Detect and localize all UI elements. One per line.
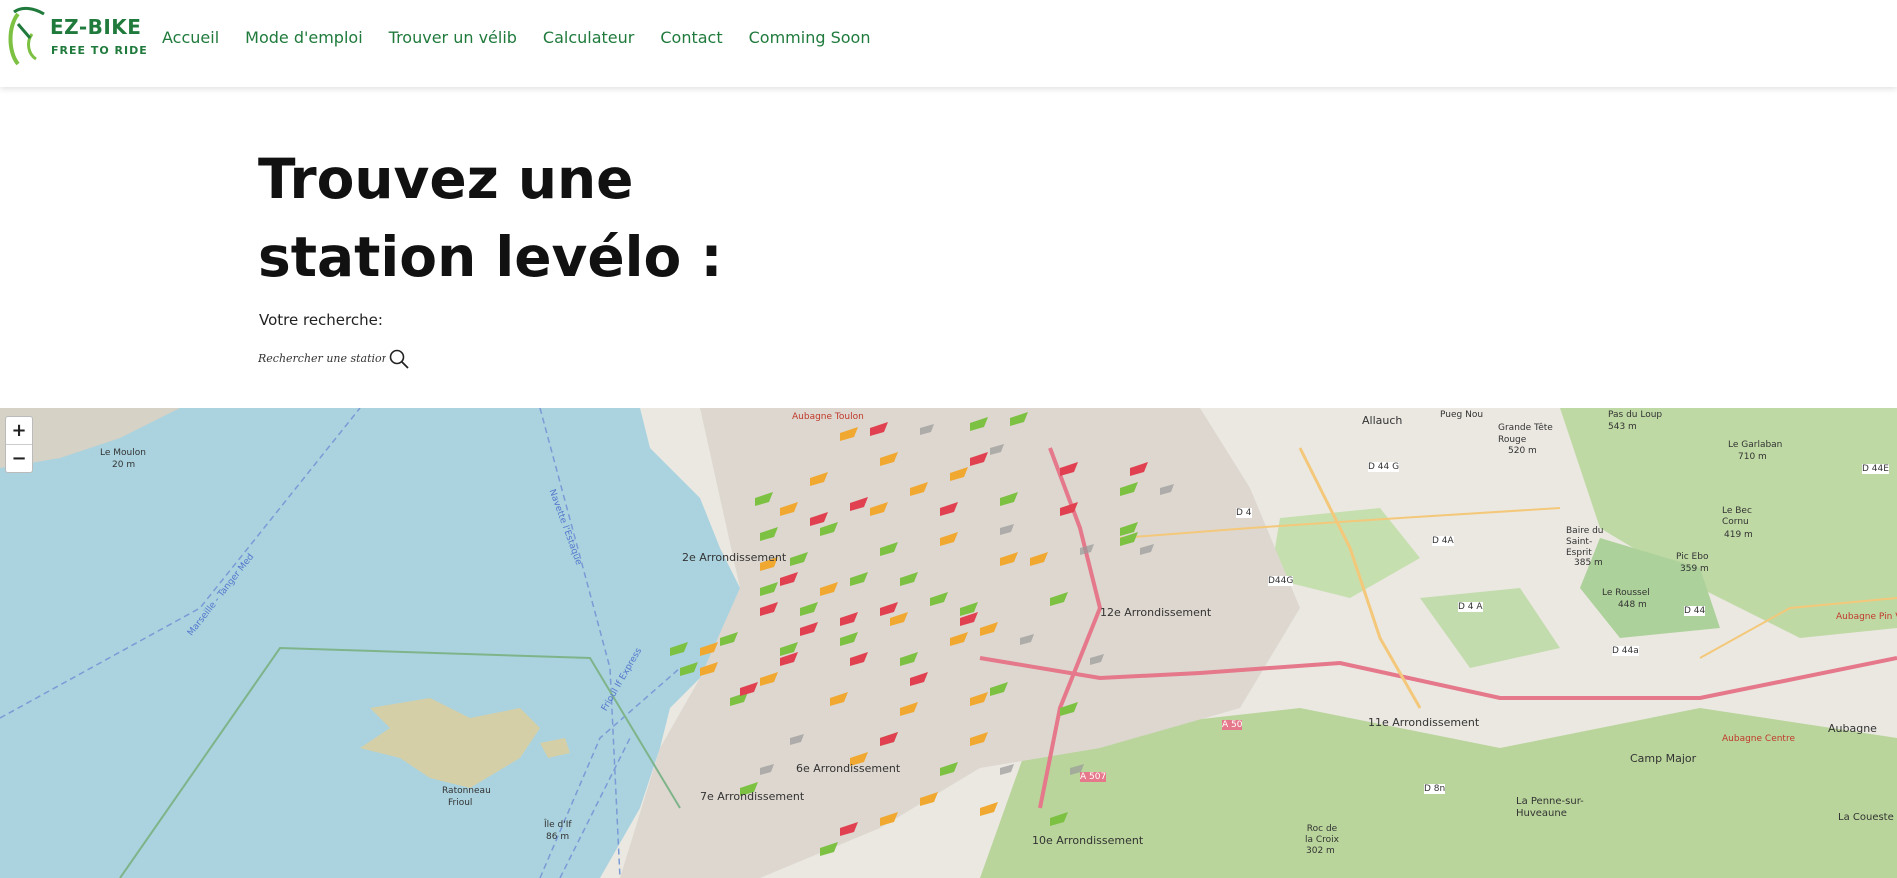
map-label: 302 m [1306,846,1335,856]
map-label: 86 m [546,832,570,842]
map-label: Baire du Saint-Esprit [1566,526,1604,558]
brand-name: EZ-BIKE [50,15,142,39]
map-label: 2e Arrondissement [682,551,787,564]
map-label: 20 m [112,460,136,470]
map-label: Aubagne Pin Vert [1836,612,1897,622]
search-label: Votre recherche: [259,311,383,329]
map-label: 10e Arrondissement [1032,834,1144,847]
nav-mode-emploi[interactable]: Mode d'emploi [245,28,363,47]
zoom-in-button[interactable]: + [6,417,32,444]
map-label: 385 m [1574,558,1603,568]
map-label: Pas du Loup [1608,410,1663,420]
map-label: 6e Arrondissement [796,762,901,775]
map-label: D 4 [1236,508,1252,518]
map-label: D 4A [1432,536,1454,546]
site-header: EZ-BIKE FREE TO RIDE Accueil Mode d'empl… [0,0,1897,87]
main-nav: Accueil Mode d'emploi Trouver un vélib C… [162,28,896,47]
map-label: 448 m [1618,600,1647,610]
search-input[interactable] [258,346,386,370]
map-label: D 4 A [1458,602,1483,612]
map-label: Allauch [1362,414,1403,427]
map-label: Roc de la Croix [1305,824,1339,845]
map-label: Pic Ebo [1676,552,1709,562]
map-label: A 507 [1080,772,1107,782]
page-title: Trouvez une station levélo : [258,140,818,296]
map-label: D44G [1268,576,1294,586]
map-label: D 44 G [1368,462,1400,472]
search-box [258,346,418,372]
map-label: A 50 [1222,720,1243,730]
map-label: 419 m [1724,530,1753,540]
map-label: Aubagne [1828,722,1877,735]
map-label: Le Roussel [1602,588,1650,598]
map-label: 359 m [1680,564,1709,574]
map-label: Aubagne Toulon [792,412,864,422]
brand-tagline: FREE TO RIDE [51,44,148,57]
map-label: 7e Arrondissement [700,790,805,803]
station-map[interactable]: Aubagne Toulon Allauch Pueg Nou Grande T… [0,408,1897,878]
map-label: La Penne-sur-Huveaune [1516,796,1584,819]
page-title-line1: Trouvez une [258,147,634,211]
nav-comming-soon[interactable]: Comming Soon [749,28,871,47]
map-label: D 8n [1424,784,1446,794]
nav-contact[interactable]: Contact [660,28,722,47]
map-label: Frioul [448,798,473,808]
zoom-out-button[interactable]: − [6,444,32,472]
map-label: 520 m [1508,446,1537,456]
map-label: 543 m [1608,422,1637,432]
map-tiles [0,408,1897,878]
map-label: 11e Arrondissement [1368,716,1480,729]
map-label: Camp Major [1630,752,1697,765]
map-label: 710 m [1738,452,1767,462]
map-label: Ratonneau [442,786,491,796]
map-label: Le Moulon [100,448,146,458]
map-label: Aubagne Centre [1722,734,1795,744]
map-label: Pueg Nou [1440,410,1484,420]
page-title-line2: station levélo : [258,225,723,289]
nav-trouver-velib[interactable]: Trouver un vélib [389,28,517,47]
map-label: D 44E [1862,464,1889,474]
search-icon[interactable] [388,348,410,370]
map-label: Le Garlaban [1728,440,1783,450]
map-label: Le Bec Cornu [1722,506,1752,527]
map-label: Grande Tête Rouge [1498,423,1553,445]
map-zoom-control: + − [5,416,33,473]
map-label: D 44a [1612,646,1639,656]
nav-calculateur[interactable]: Calculateur [543,28,634,47]
nav-accueil[interactable]: Accueil [162,28,219,47]
map-label: D 44 [1684,606,1706,616]
map-label: Île d'If [544,820,572,830]
map-label: 12e Arrondissement [1100,606,1212,619]
map-label: La Coueste [1838,812,1894,823]
